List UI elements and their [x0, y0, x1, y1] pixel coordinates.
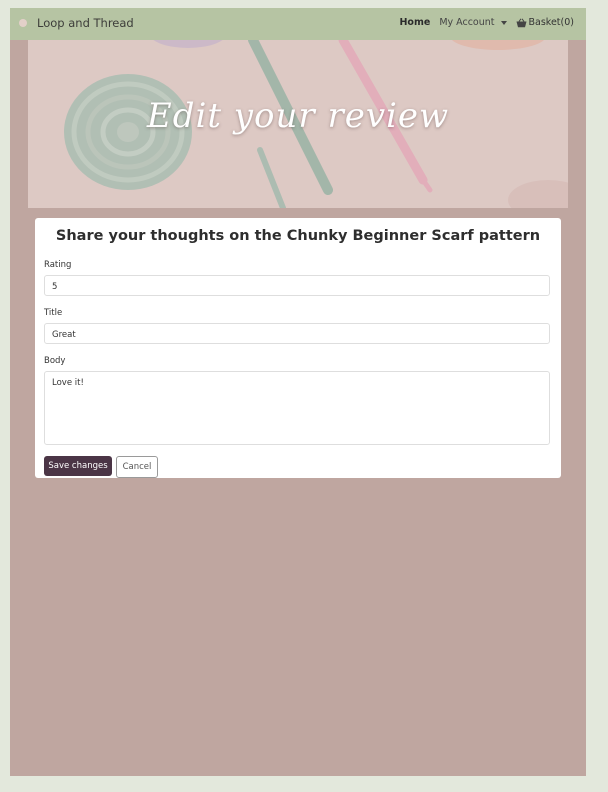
form-heading: Share your thoughts on the Chunky Beginn… — [55, 228, 541, 244]
title-label: Title — [44, 308, 63, 318]
save-changes-button[interactable]: Save changes — [44, 456, 112, 476]
caret-down-icon — [500, 20, 507, 25]
nav-account-label: My Account — [439, 17, 495, 28]
body-textarea[interactable]: Love it! — [44, 371, 550, 445]
nav-account-dropdown[interactable]: My Account — [439, 17, 507, 28]
navbar: Loop and Thread Home My Account Basket(0… — [10, 8, 586, 40]
rating-input[interactable]: 5 — [44, 275, 550, 296]
brand-name[interactable]: Loop and Thread — [37, 16, 134, 30]
nav-basket-link[interactable]: Basket(0) — [516, 17, 574, 28]
page-frame: Loop and Thread Home My Account Basket(0… — [10, 8, 586, 776]
title-input[interactable]: Great — [44, 323, 550, 344]
cancel-button[interactable]: Cancel — [116, 456, 158, 478]
rating-label: Rating — [44, 260, 72, 270]
nav-basket-label: Basket(0) — [528, 17, 574, 28]
review-form-card: Share your thoughts on the Chunky Beginn… — [35, 218, 561, 478]
hero-banner: Edit your review — [28, 40, 568, 208]
hero-title: Edit your review — [146, 96, 450, 136]
body-label: Body — [44, 356, 66, 366]
basket-icon — [516, 18, 527, 28]
nav-links: Home My Account Basket(0) — [399, 17, 574, 28]
nav-home-link[interactable]: Home — [399, 17, 430, 28]
brand-logo-icon[interactable] — [19, 19, 27, 27]
